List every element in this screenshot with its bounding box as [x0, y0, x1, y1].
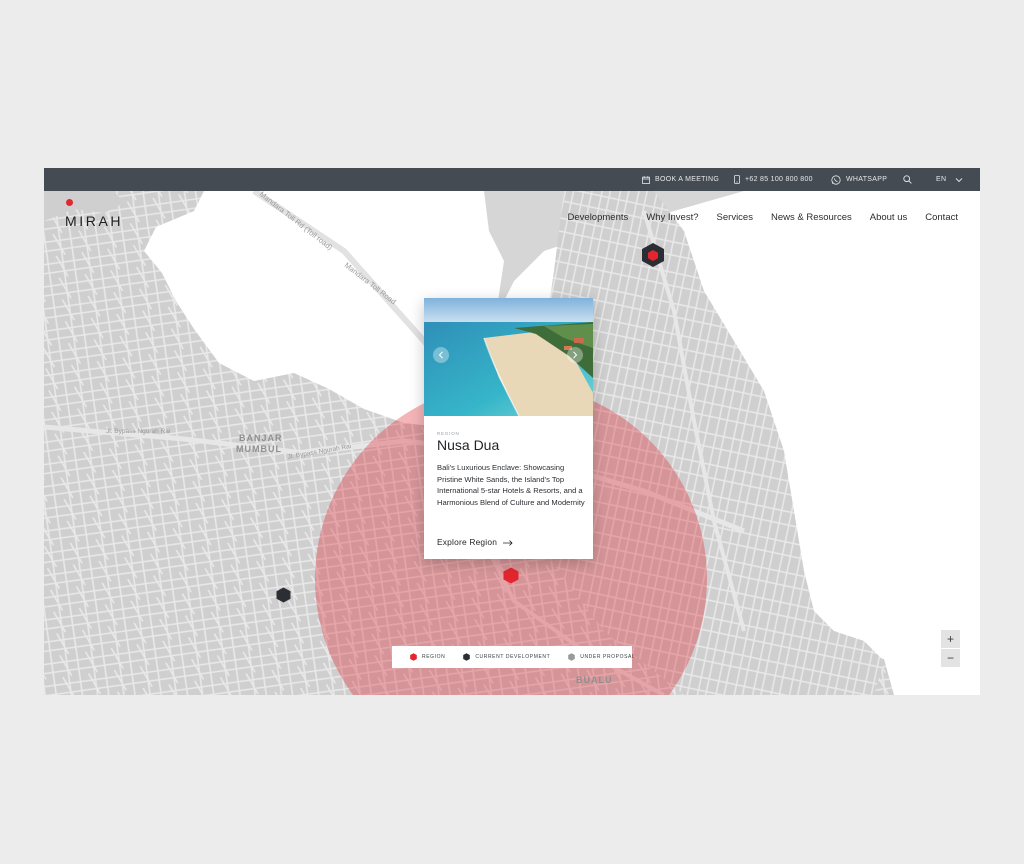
hexagon-icon: [568, 653, 576, 661]
legend-item-current-development: CURRENT DEVELOPMENT: [463, 653, 550, 661]
nav-item-about-us[interactable]: About us: [870, 212, 908, 223]
main-nav: Developments Why Invest? Services News &…: [568, 212, 958, 223]
nav-item-contact[interactable]: Contact: [925, 212, 958, 223]
zoom-out-button[interactable]: −: [941, 649, 960, 667]
carousel-prev-button[interactable]: [433, 347, 449, 363]
map-label-mumbul: MUMBUL: [236, 444, 282, 454]
nav-item-services[interactable]: Services: [717, 212, 753, 223]
book-meeting-label: BOOK A MEETING: [655, 176, 720, 183]
legend-label-current-development: CURRENT DEVELOPMENT: [475, 654, 551, 660]
whatsapp-label: WHATSAPP: [846, 176, 888, 183]
map-label-banjar: BANJAR: [239, 433, 283, 443]
calendar-icon: [642, 175, 650, 184]
language-label: EN: [936, 176, 947, 183]
search-button[interactable]: [903, 168, 912, 191]
book-meeting-link[interactable]: BOOK A MEETING: [642, 168, 719, 191]
whatsapp-icon: [831, 174, 841, 185]
legend-item-region: REGION: [410, 653, 445, 661]
card-description: Bali's Luxurious Enclave: Showcasing Pri…: [437, 463, 585, 507]
hexagon-icon: [463, 653, 471, 661]
app-frame: BOOK A MEETING +62 85 100 800 800 WHATSA…: [44, 168, 980, 695]
search-icon: [903, 175, 912, 184]
phone-link[interactable]: +62 85 100 800 800: [734, 168, 813, 191]
legend-label-under-proposal: UNDER PROPOSAL: [580, 654, 636, 660]
map-label-bypass-1: Jl. Bypass Ngurah Rai: [106, 428, 170, 435]
zoom-in-button[interactable]: +: [941, 630, 960, 648]
chevron-right-icon: [573, 351, 578, 359]
current-development-marker-west[interactable]: [276, 587, 291, 603]
map-legend: REGION CURRENT DEVELOPMENT UNDER PROPOSA…: [392, 646, 635, 668]
zoom-controls: + −: [941, 630, 960, 667]
nav-item-developments[interactable]: Developments: [568, 212, 629, 223]
nav-item-why-invest[interactable]: Why Invest?: [646, 212, 698, 223]
phone-label: +62 85 100 800 800: [745, 176, 813, 183]
carousel-next-button[interactable]: [567, 347, 583, 363]
chevron-left-icon: [438, 351, 443, 359]
explore-region-link[interactable]: Explore Region: [437, 537, 513, 547]
current-development-marker-north[interactable]: [641, 242, 665, 268]
whatsapp-link[interactable]: WHATSAPP: [831, 168, 887, 191]
region-marker-nusa-dua[interactable]: [503, 567, 519, 584]
brand-name: MIRAH: [65, 213, 124, 229]
legend-label-region: REGION: [422, 654, 446, 660]
language-select[interactable]: EN: [936, 168, 963, 191]
map-label-bualu: BUALU: [576, 675, 613, 685]
legend-item-under-proposal: UNDER PROPOSAL: [568, 653, 635, 661]
region-photo: [424, 298, 593, 416]
nav-item-news-resources[interactable]: News & Resources: [771, 212, 852, 223]
phone-icon: [734, 175, 740, 184]
arrow-right-icon: [502, 540, 513, 546]
card-title: Nusa Dua: [437, 437, 500, 453]
logo-dot-icon: [66, 199, 73, 206]
utility-bar: BOOK A MEETING +62 85 100 800 800 WHATSA…: [44, 168, 980, 191]
chevron-down-icon: [956, 177, 963, 182]
hexagon-icon: [410, 653, 417, 661]
brand-logo[interactable]: MIRAH: [65, 199, 124, 229]
region-card: REGION Nusa Dua Bali's Luxurious Enclave…: [424, 298, 593, 559]
explore-region-label: Explore Region: [437, 537, 498, 547]
card-eyebrow: REGION: [437, 431, 460, 436]
